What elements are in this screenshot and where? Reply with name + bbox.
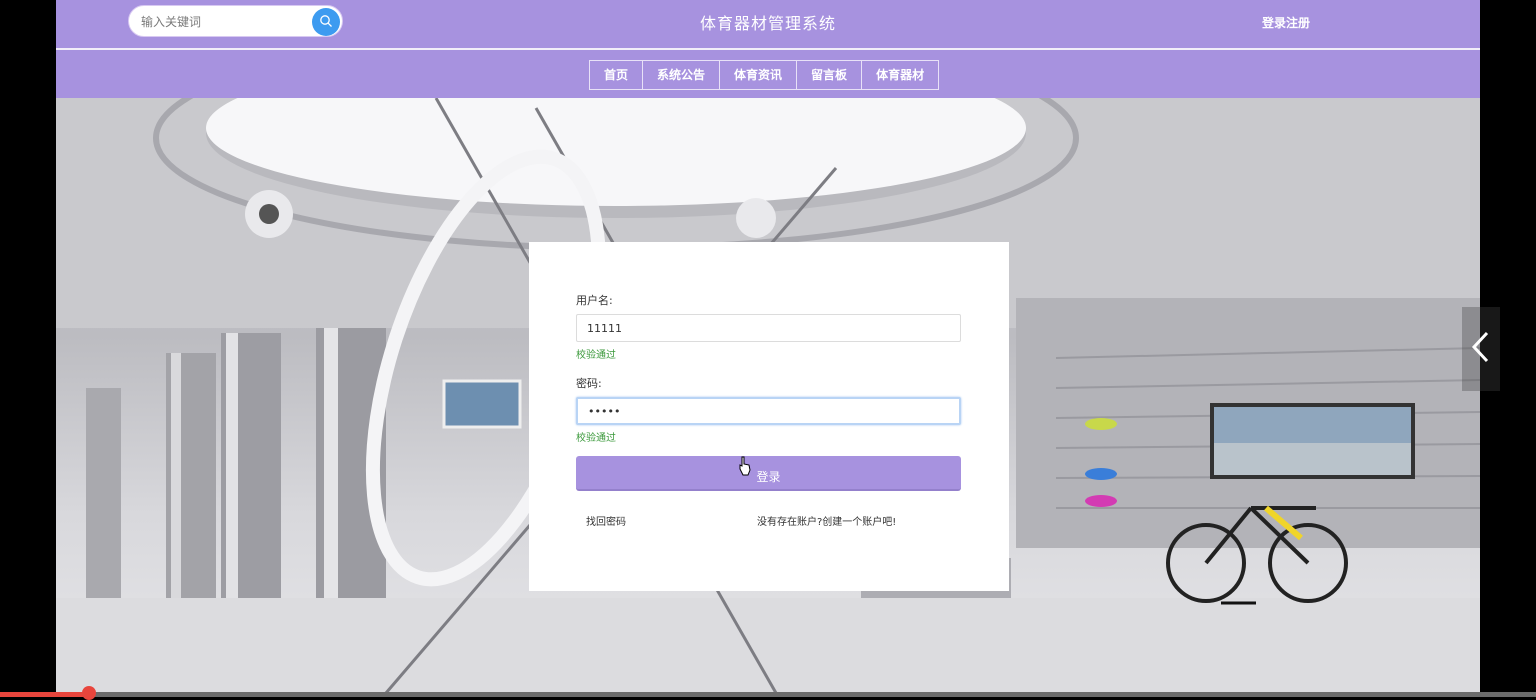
screen: 体育器材管理系统 登录注册 首页 系统公告 体育资讯 留言板 体育器材 <box>0 0 1536 700</box>
nav-list: 首页 系统公告 体育资讯 留言板 体育器材 <box>589 60 940 90</box>
page: 体育器材管理系统 登录注册 首页 系统公告 体育资讯 留言板 体育器材 <box>56 0 1480 693</box>
chevron-left-icon <box>1470 330 1492 368</box>
password-field[interactable] <box>576 397 961 425</box>
nav-item-announcements[interactable]: 系统公告 <box>643 61 721 89</box>
nav-item-message-board[interactable]: 留言板 <box>797 61 863 89</box>
password-valid-message: 校验通过 <box>576 433 616 444</box>
forgot-password-link[interactable]: 找回密码 <box>586 513 626 528</box>
nav-item-sports-equipment[interactable]: 体育器材 <box>862 61 938 89</box>
nav-item-sports-news[interactable]: 体育资讯 <box>720 61 798 89</box>
nav-item-home[interactable]: 首页 <box>590 61 644 89</box>
video-progress-handle[interactable] <box>82 686 96 700</box>
login-button[interactable]: 登录 <box>576 456 961 491</box>
create-account-link[interactable]: 没有存在账户?创建一个账户吧! <box>757 513 896 528</box>
username-label: 用户名: <box>576 294 613 307</box>
video-progress-fill <box>0 692 89 697</box>
login-register-link[interactable]: 登录注册 <box>1262 14 1310 31</box>
login-form: 用户名: 校验通过 密码: 校验通过 登录 找回密码 没有存在账户?创建一个账户… <box>529 242 1009 591</box>
username-field[interactable] <box>576 314 961 342</box>
password-label: 密码: <box>576 377 602 390</box>
video-progress-bar[interactable] <box>0 686 1536 700</box>
username-valid-message: 校验通过 <box>576 350 616 361</box>
main-nav: 首页 系统公告 体育资讯 留言板 体育器材 <box>56 50 1480 98</box>
top-header: 体育器材管理系统 登录注册 <box>56 0 1480 48</box>
slider-prev-button[interactable] <box>1462 307 1500 391</box>
mouse-pointer-icon <box>738 456 752 476</box>
